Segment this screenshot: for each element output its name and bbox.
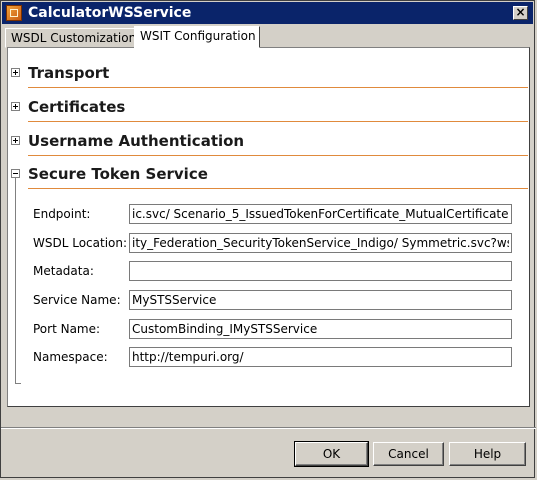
help-button[interactable]: Help	[449, 442, 526, 466]
wsdl-location-label: WSDL Location:	[33, 236, 128, 250]
section-username-authentication[interactable]: Username Authentication	[8, 122, 528, 156]
section-title: Certificates	[28, 98, 126, 116]
title-bar[interactable]: CalculatorWSService ×	[2, 2, 533, 24]
tree-guide-line	[15, 178, 16, 384]
section-secure-token-service[interactable]: Secure Token Service	[8, 155, 528, 189]
window-title: CalculatorWSService	[28, 5, 192, 21]
section-title: Secure Token Service	[28, 165, 208, 183]
expand-plus-icon[interactable]	[11, 68, 20, 77]
namespace-label: Namespace:	[33, 350, 108, 364]
tree-guide-end	[15, 383, 21, 384]
service-name-label: Service Name:	[33, 293, 121, 307]
wsdl-location-input[interactable]	[129, 233, 512, 253]
button-bar-separator	[1, 427, 536, 429]
endpoint-label: Endpoint:	[33, 207, 91, 221]
cancel-button[interactable]: Cancel	[373, 442, 444, 466]
service-name-input[interactable]	[129, 290, 512, 310]
endpoint-input[interactable]	[129, 204, 512, 224]
dialog-window: CalculatorWSService × WSDL Customization…	[0, 0, 536, 478]
expand-plus-icon[interactable]	[11, 136, 20, 145]
section-transport[interactable]: Transport	[8, 54, 528, 88]
expand-plus-icon[interactable]	[11, 102, 20, 111]
close-button[interactable]: ×	[513, 6, 528, 20]
section-title: Transport	[28, 64, 110, 82]
namespace-input[interactable]	[129, 347, 512, 367]
ok-button[interactable]: OK	[294, 441, 369, 467]
tab-wsit-configuration[interactable]: WSIT Configuration	[134, 26, 260, 48]
port-name-label: Port Name:	[33, 322, 101, 336]
section-divider	[28, 188, 528, 189]
collapse-minus-icon[interactable]	[11, 169, 20, 178]
metadata-label: Metadata:	[33, 264, 94, 278]
metadata-input[interactable]	[129, 261, 512, 281]
section-title: Username Authentication	[28, 132, 245, 150]
section-certificates[interactable]: Certificates	[8, 88, 528, 122]
port-name-input[interactable]	[129, 319, 512, 339]
wsit-configuration-panel: Transport Certificates Username Authenti…	[7, 47, 530, 407]
app-icon	[6, 5, 22, 21]
tab-wsdl-customization[interactable]: WSDL Customization	[5, 28, 136, 48]
